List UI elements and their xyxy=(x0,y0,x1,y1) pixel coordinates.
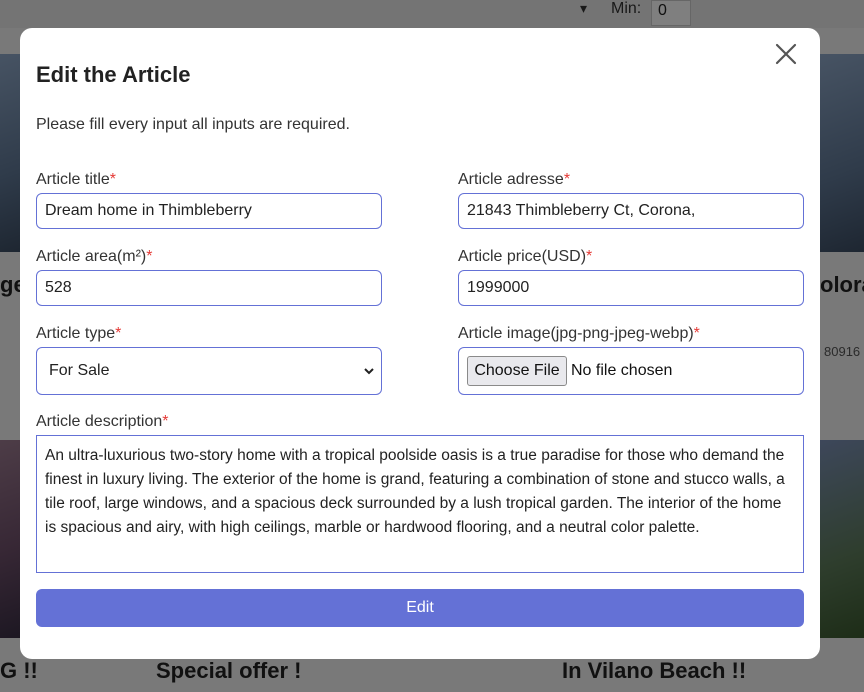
article-image-label: Article image(jpg-png-jpeg-webp)* xyxy=(458,325,700,343)
article-title-input[interactable]: Dream home in Thimbleberry xyxy=(36,193,382,229)
article-area-label: Article area(m²)* xyxy=(36,248,152,266)
edit-article-modal: Edit the Article Please fill every input… xyxy=(20,28,820,659)
close-icon[interactable] xyxy=(774,42,798,66)
modal-title: Edit the Article xyxy=(36,62,191,87)
label-text: Article image(jpg-png-jpeg-webp) xyxy=(458,325,694,342)
article-image-file-input: Choose File No file chosen xyxy=(458,347,804,395)
article-price-input[interactable]: 1999000 xyxy=(458,270,804,306)
edit-button[interactable]: Edit xyxy=(36,589,804,627)
article-description-textarea[interactable]: An ultra-luxurious two-story home with a… xyxy=(36,435,804,573)
label-text: Article type xyxy=(36,325,116,342)
article-description-label: Article description* xyxy=(36,413,169,431)
article-price-label: Article price(USD)* xyxy=(458,248,592,266)
required-mark: * xyxy=(586,248,593,265)
article-title-label: Article title* xyxy=(36,171,116,189)
article-area-input[interactable]: 528 xyxy=(36,270,382,306)
required-mark: * xyxy=(115,325,122,342)
modal-subtitle: Please fill every input all inputs are r… xyxy=(36,116,350,133)
article-type-select[interactable]: For Sale xyxy=(36,347,382,395)
label-text: Article description xyxy=(36,413,163,430)
article-type-label: Article type* xyxy=(36,325,121,343)
required-mark: * xyxy=(162,413,169,430)
chevron-down-icon xyxy=(364,368,374,375)
required-mark: * xyxy=(693,325,700,342)
required-mark: * xyxy=(109,171,117,188)
label-text: Article price(USD) xyxy=(458,248,587,265)
required-mark: * xyxy=(146,248,153,265)
required-mark: * xyxy=(563,171,571,188)
label-text: Article adresse xyxy=(458,171,564,188)
choose-file-button[interactable]: Choose File xyxy=(467,356,567,386)
article-address-label: Article adresse* xyxy=(458,171,570,189)
article-address-input[interactable]: 21843 Thimbleberry Ct, Corona, xyxy=(458,193,804,229)
label-text: Article area(m²) xyxy=(36,248,147,265)
selected-value: For Sale xyxy=(49,362,110,379)
label-text: Article title xyxy=(36,171,110,188)
file-status: No file chosen xyxy=(571,362,673,379)
